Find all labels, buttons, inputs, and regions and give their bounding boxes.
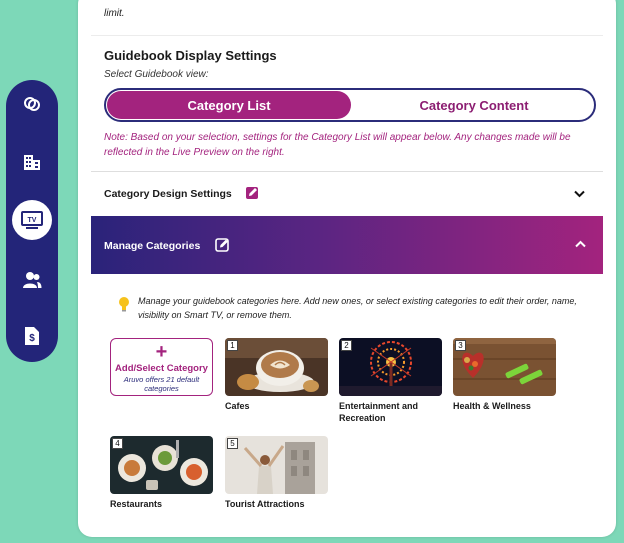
lightbulb-icon	[119, 297, 129, 312]
edit-icon[interactable]	[215, 237, 230, 252]
svg-text:$: $	[29, 333, 35, 344]
rail-button-users[interactable]	[12, 260, 52, 300]
guidebook-settings-title: Guidebook Display Settings	[104, 48, 277, 63]
side-rail: TV $	[6, 80, 58, 362]
category-order-number: 1	[227, 340, 238, 351]
category-order-number: 2	[341, 340, 352, 351]
tv-icon: TV	[21, 211, 43, 229]
entertainment-image	[339, 338, 442, 396]
plus-icon: +	[155, 341, 168, 363]
previous-section-text: limit.	[104, 8, 125, 19]
category-label-cafes: Cafes	[225, 401, 250, 411]
settings-card: limit. Guidebook Display Settings Select…	[78, 0, 616, 537]
category-tile-tourist-attractions[interactable]: 5	[225, 436, 328, 494]
edit-icon[interactable]	[245, 185, 260, 200]
manage-categories-header[interactable]: Manage Categories	[104, 240, 200, 252]
category-label-restaurants: Restaurants	[110, 499, 163, 509]
tourist-attractions-image	[225, 436, 328, 494]
chevron-up-icon[interactable]	[575, 240, 586, 248]
category-tile-health[interactable]: 3	[453, 338, 556, 396]
users-icon	[23, 272, 42, 288]
svg-text:TV: TV	[28, 217, 37, 224]
divider	[91, 171, 603, 172]
default-categories-note: Aruvo offers 21 default categories	[123, 375, 200, 393]
category-tile-cafes[interactable]: 1	[225, 338, 328, 396]
category-list-option[interactable]: Category List	[107, 91, 351, 119]
dollar-doc-icon: $	[25, 327, 39, 345]
building-icon	[24, 155, 40, 170]
guidebook-view-toggle: Category List Category Content	[104, 88, 596, 122]
view-selection-note: Note: Based on your selection, settings …	[104, 132, 571, 158]
add-category-label: Add/Select Category	[115, 363, 208, 374]
chevron-down-icon[interactable]	[574, 190, 585, 198]
rings-icon	[24, 97, 40, 111]
rail-button-building[interactable]	[12, 142, 52, 182]
category-tile-restaurants[interactable]: 4	[110, 436, 213, 494]
add-select-category-button[interactable]: + Add/Select Category Aruvo offers 21 de…	[110, 338, 213, 396]
category-content-option[interactable]: Category Content	[354, 91, 594, 119]
category-order-number: 5	[227, 438, 238, 449]
settings-panel: limit. Guidebook Display Settings Select…	[91, 0, 603, 518]
rail-button-rings[interactable]	[12, 84, 52, 124]
category-tile-entertainment[interactable]: 2	[339, 338, 442, 396]
manage-categories-help-text: Manage your guidebook categories here. A…	[138, 296, 577, 320]
rail-button-tv[interactable]: TV	[12, 200, 52, 240]
category-label-health: Health & Wellness	[453, 401, 531, 411]
restaurants-image	[110, 436, 213, 494]
health-wellness-image	[453, 338, 556, 396]
previous-section-strip	[91, 0, 603, 36]
category-label-entertainment: Entertainment and Recreation	[339, 401, 419, 423]
category-design-settings-header[interactable]: Category Design Settings	[104, 188, 232, 200]
category-order-number: 4	[112, 438, 123, 449]
category-order-number: 3	[455, 340, 466, 351]
guidebook-view-label: Select Guidebook view:	[104, 69, 209, 80]
category-label-tourist-attractions: Tourist Attractions	[225, 499, 305, 509]
rail-button-billing[interactable]: $	[12, 316, 52, 356]
cafes-image	[225, 338, 328, 396]
